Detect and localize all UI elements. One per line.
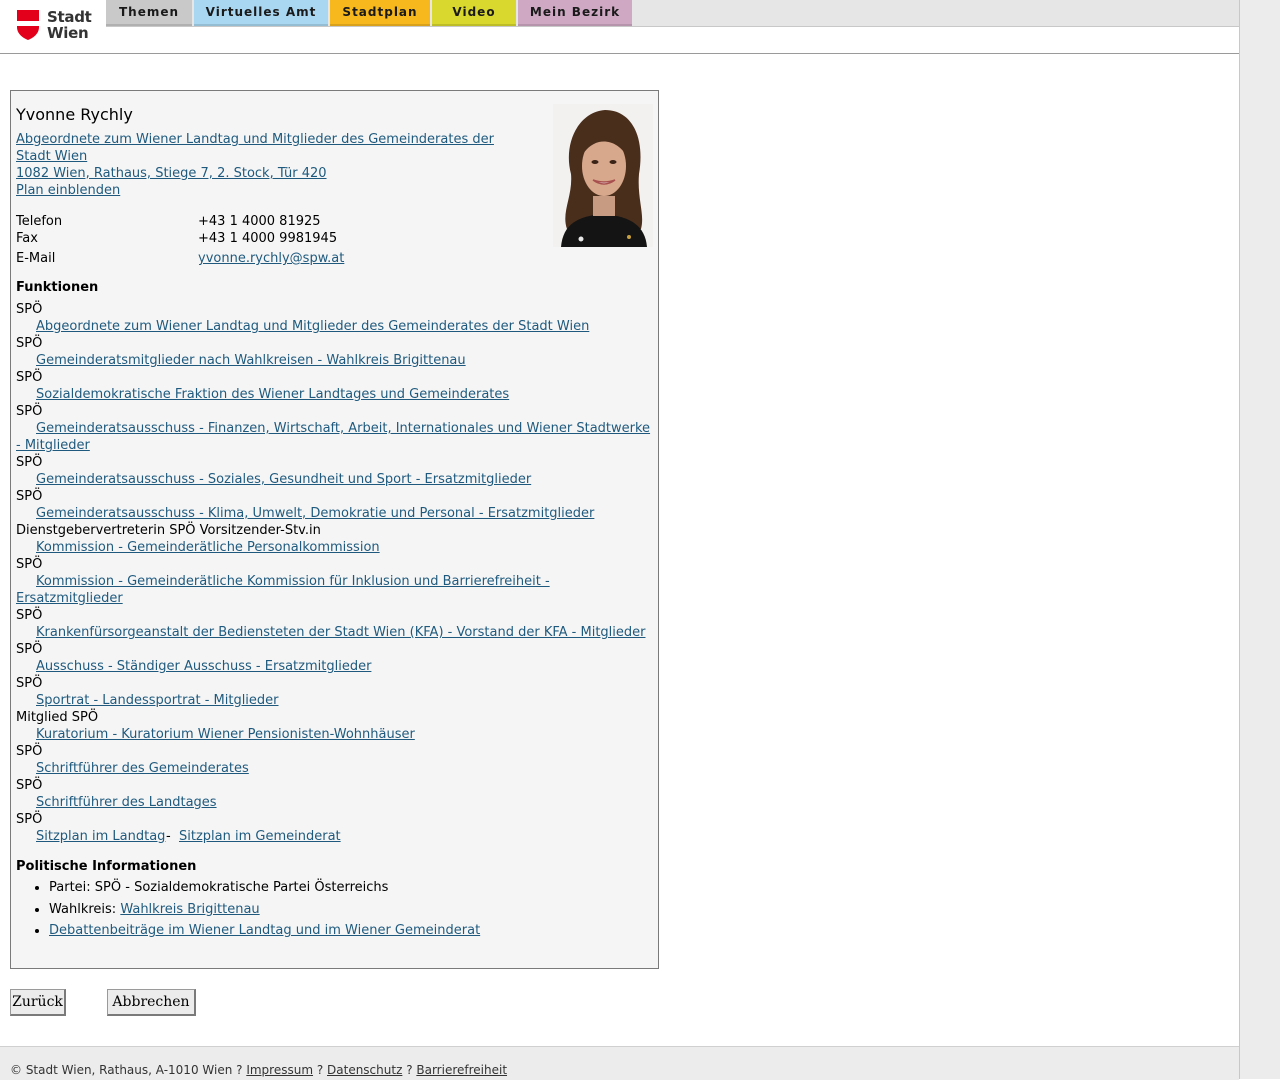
address-link[interactable]: 1082 Wien, Rathaus, Stiege 7, 2. Stock, …	[16, 166, 327, 181]
function-link-cont[interactable]: Ersatzmitglieder	[16, 591, 123, 606]
fax-label: Fax	[16, 231, 38, 246]
district-item: Wahlkreis: Wahlkreis Brigittenau	[49, 899, 480, 921]
function-link[interactable]: Schriftführer des Landtages	[36, 795, 217, 810]
function-role: SPÖ	[16, 778, 43, 793]
political-info-list: Partei: SPÖ - Sozialdemokratische Partei…	[16, 877, 480, 942]
phone-value: +43 1 4000 81925	[198, 214, 321, 229]
function-link[interactable]: Gemeinderatsmitglieder nach Wahlkreisen …	[36, 353, 466, 368]
function-link[interactable]: Gemeinderatsausschuss - Finanzen, Wirtsc…	[36, 421, 650, 436]
copyright-text: © Stadt Wien, Rathaus, A-1010 Wien ?	[10, 1063, 247, 1077]
cancel-button[interactable]: Abbrechen	[107, 989, 196, 1016]
role-link-cont[interactable]: Stadt Wien	[16, 149, 87, 164]
function-link[interactable]: Sportrat - Landessportrat - Mitglieder	[36, 693, 279, 708]
function-role: Dienstgebervertreterin SPÖ Vorsitzender-…	[16, 523, 321, 538]
fax-value: +43 1 4000 9981945	[198, 231, 338, 246]
function-link[interactable]: Ausschuss - Ständiger Ausschuss - Ersatz…	[36, 659, 371, 674]
party-item: Partei: SPÖ - Sozialdemokratische Partei…	[49, 877, 480, 899]
vienna-shield-icon	[17, 10, 39, 40]
show-map-link[interactable]: Plan einblenden	[16, 183, 120, 198]
function-link[interactable]: Gemeinderatsausschuss - Klima, Umwelt, D…	[36, 506, 594, 521]
email-link[interactable]: yvonne.rychly@spw.at	[198, 251, 344, 266]
function-link[interactable]: Kommission - Gemeinderätliche Kommission…	[36, 574, 550, 589]
barrierefreiheit-link[interactable]: Barrierefreiheit	[416, 1063, 507, 1077]
function-role: SPÖ	[16, 404, 43, 419]
tab-virtuelles-amt[interactable]: Virtuelles Amt	[194, 0, 328, 26]
function-role: SPÖ	[16, 744, 43, 759]
district-label: Wahlkreis:	[49, 901, 121, 917]
function-link[interactable]: Sitzplan im Landtag	[36, 829, 165, 844]
footer-separator: ?	[313, 1063, 328, 1077]
function-role: SPÖ	[16, 608, 43, 623]
link-separator: -	[166, 829, 171, 844]
role-link[interactable]: Abgeordnete zum Wiener Landtag und Mitgl…	[16, 132, 494, 147]
function-role: SPÖ	[16, 676, 43, 691]
logo-text-stadt: Stadt	[47, 8, 92, 26]
function-role: SPÖ	[16, 812, 43, 827]
function-link-seating-gemeinderat[interactable]: Sitzplan im Gemeinderat	[179, 829, 341, 844]
tab-mein-bezirk[interactable]: Mein Bezirk	[518, 0, 632, 26]
back-button[interactable]: Zurück	[10, 989, 66, 1016]
debates-item: Debattenbeiträge im Wiener Landtag und i…	[49, 920, 480, 942]
stadt-wien-logo[interactable]: Stadt Wien	[16, 9, 92, 43]
person-name: Yvonne Rychly	[16, 105, 133, 124]
political-heading: Politische Informationen	[16, 859, 197, 874]
profile-card: Yvonne Rychly Abgeordnete zum Wiener Lan…	[10, 90, 659, 969]
function-role: SPÖ	[16, 455, 43, 470]
impressum-link[interactable]: Impressum	[246, 1063, 313, 1077]
function-role: SPÖ	[16, 557, 43, 572]
function-role: SPÖ	[16, 302, 43, 317]
function-link[interactable]: Sozialdemokratische Fraktion des Wiener …	[36, 387, 509, 402]
function-link[interactable]: Gemeinderatsausschuss - Soziales, Gesund…	[36, 472, 531, 487]
logo-text-wien: Wien	[47, 24, 89, 42]
function-link-cont[interactable]: - Mitglieder	[16, 438, 90, 453]
function-role: Mitglied SPÖ	[16, 710, 99, 725]
functions-heading: Funktionen	[16, 280, 99, 295]
page: Stadt Wien Themen Virtuelles Amt Stadtpl…	[0, 0, 1239, 1080]
site-footer: © Stadt Wien, Rathaus, A-1010 Wien ? Imp…	[0, 1046, 1239, 1080]
function-link[interactable]: Abgeordnete zum Wiener Landtag und Mitgl…	[36, 319, 589, 334]
window-edge	[1239, 0, 1280, 1079]
debates-link[interactable]: Debattenbeiträge im Wiener Landtag und i…	[49, 923, 480, 938]
email-label: E-Mail	[16, 251, 56, 266]
site-header: Stadt Wien Themen Virtuelles Amt Stadtpl…	[0, 0, 1239, 54]
function-role: SPÖ	[16, 336, 43, 351]
function-role: SPÖ	[16, 489, 43, 504]
phone-label: Telefon	[16, 214, 63, 229]
tab-stadtplan[interactable]: Stadtplan	[330, 0, 430, 26]
tab-themen[interactable]: Themen	[106, 0, 192, 26]
footer-separator: ?	[402, 1063, 417, 1077]
tab-video[interactable]: Video	[432, 0, 516, 26]
function-link[interactable]: Schriftführer des Gemeinderates	[36, 761, 249, 776]
footer-text: © Stadt Wien, Rathaus, A-1010 Wien ? Imp…	[10, 1063, 507, 1077]
party-text: Partei: SPÖ - Sozialdemokratische Partei…	[49, 880, 389, 895]
person-photo	[553, 104, 653, 247]
main-navigation: Themen Virtuelles Amt Stadtplan Video Me…	[106, 0, 1239, 27]
function-link[interactable]: Kuratorium - Kuratorium Wiener Pensionis…	[36, 727, 415, 742]
function-link[interactable]: Krankenfürsorgeanstalt der Bediensteten …	[36, 625, 646, 640]
function-link[interactable]: Kommission - Gemeinderätliche Personalko…	[36, 540, 380, 555]
district-link[interactable]: Wahlkreis Brigittenau	[120, 902, 259, 917]
function-role: SPÖ	[16, 370, 43, 385]
datenschutz-link[interactable]: Datenschutz	[327, 1063, 402, 1077]
function-role: SPÖ	[16, 642, 43, 657]
